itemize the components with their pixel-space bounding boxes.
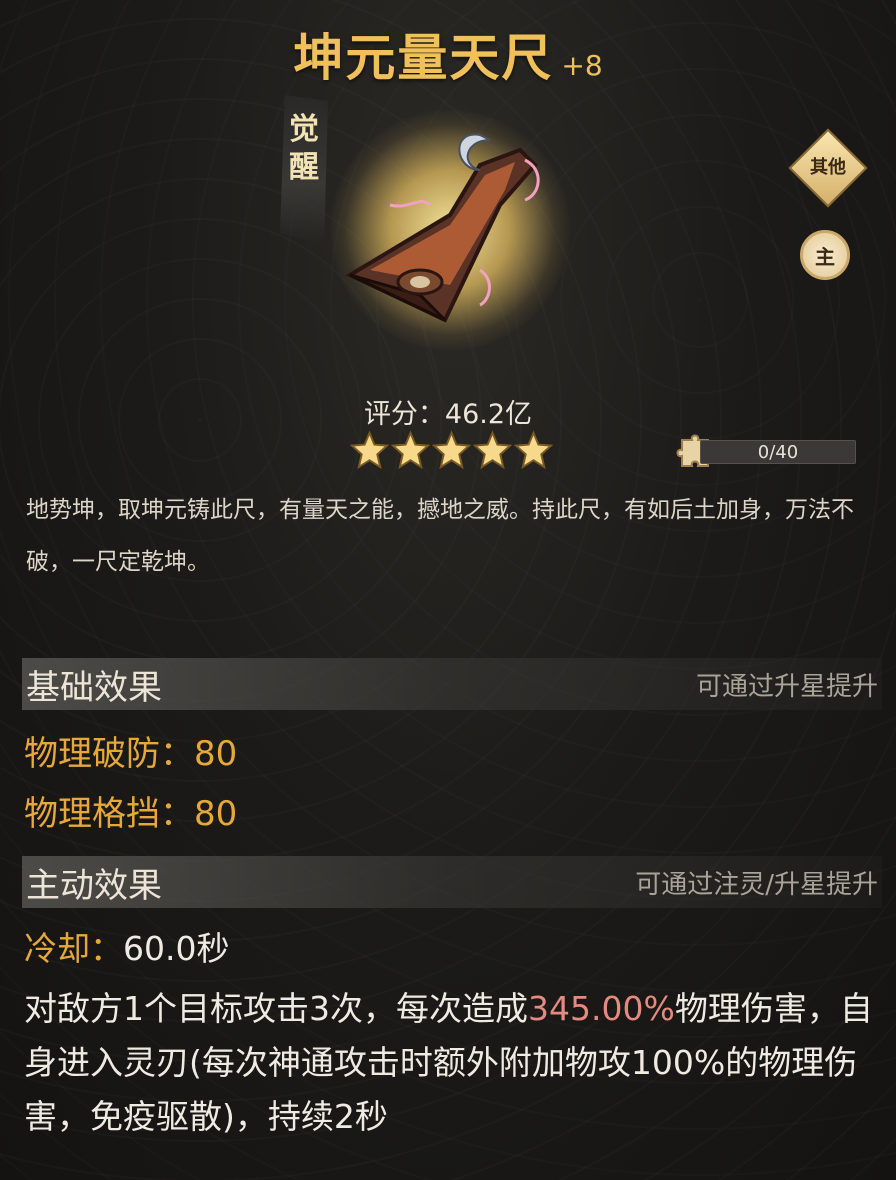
item-title-row: 坤元量天尺 +8 [0, 18, 896, 90]
star-icon [473, 430, 512, 469]
active-effect-description: 对敌方1个目标攻击3次，每次造成345.00%物理伤害，自身进入灵刃(每次神通攻… [24, 982, 874, 1144]
stat-label: 物理格挡： [24, 794, 194, 834]
active-effect-title: 主动效果 [26, 865, 162, 906]
basic-effect-hint: 可通过升星提升 [695, 671, 878, 702]
item-enhance-level: +8 [561, 49, 603, 82]
stat-value: 80 [194, 794, 238, 834]
other-button-label: 其他 [810, 157, 846, 178]
fragment-progress-bar: 0/40 [700, 440, 856, 464]
effect-text-before: 对敌方1个目标攻击3次，每次造成 [24, 989, 528, 1028]
basic-effect-title: 基础效果 [26, 667, 162, 708]
main-button-label: 主 [815, 244, 835, 269]
awaken-tag[interactable]: 觉 醒 [280, 95, 328, 245]
damage-percent-highlight: 345.00% [528, 989, 675, 1028]
cooldown-label: 冷却： [24, 929, 123, 968]
basic-effect-header: 基础效果 可通过升星提升 [22, 658, 882, 710]
ruler-weapon-icon [345, 133, 540, 323]
star-icon [432, 430, 471, 469]
active-effect-hint: 可通过注灵/升星提升 [635, 869, 878, 900]
stat-physical-block: 物理格挡：80 [24, 786, 237, 835]
awaken-char-2: 醒 [289, 150, 319, 185]
stat-physical-penetration: 物理破防：80 [24, 726, 237, 775]
star-rating [350, 430, 553, 469]
item-description: 地势坤，取坤元铸此尺，有量天之能，撼地之威。持此尺，有如后土加身，万法不破，一尺… [26, 497, 854, 575]
item-score: 评分：46.2亿 [363, 399, 533, 430]
stat-label: 物理破防： [24, 734, 194, 774]
awaken-char-1: 觉 [289, 112, 319, 147]
stat-value: 80 [194, 734, 238, 774]
star-icon [514, 430, 553, 469]
active-effect-header: 主动效果 可通过注灵/升星提升 [22, 856, 882, 908]
cooldown-value: 60.0秒 [123, 929, 230, 968]
other-button[interactable]: 其他 [788, 128, 868, 208]
star-icon [350, 430, 389, 469]
fragment-progress-text: 0/40 [757, 441, 799, 463]
item-name: 坤元量天尺 [293, 29, 554, 87]
cooldown-line: 冷却：60.0秒 [24, 922, 874, 976]
main-button[interactable]: 主 [800, 230, 850, 280]
star-icon [391, 430, 430, 469]
